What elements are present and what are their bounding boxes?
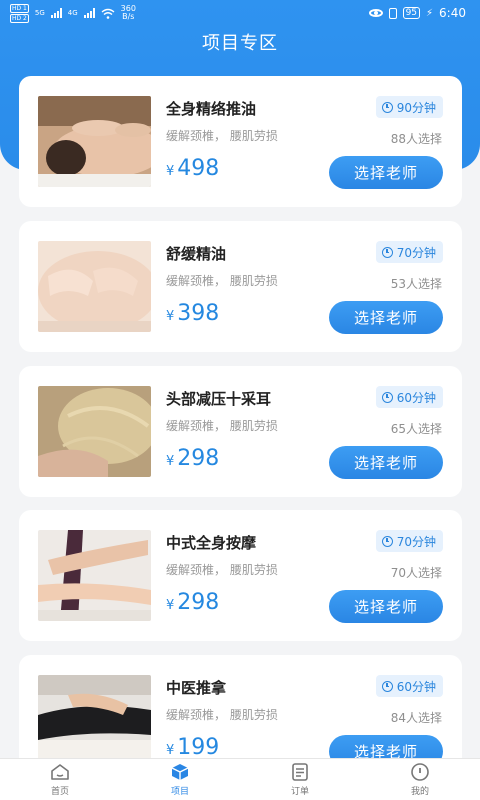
page-title: 项目专区 xyxy=(202,33,278,54)
price-value: 199 xyxy=(177,735,220,760)
project-price: ¥298 xyxy=(166,590,219,619)
duration-label: 70分钟 xyxy=(396,245,436,260)
tab-mine[interactable]: 我的 xyxy=(360,759,480,800)
currency-symbol: ¥ xyxy=(166,743,175,758)
choose-teacher-button[interactable]: 选择老师 xyxy=(329,156,443,189)
clock-icon xyxy=(381,391,393,403)
project-card[interactable]: 中式全身按摩 缓解颈椎， 腰肌劳损 ¥298 70分钟 70人选择 选择老师 xyxy=(19,510,462,641)
duration-label: 70分钟 xyxy=(396,534,436,549)
price-value: 298 xyxy=(177,446,220,471)
chosen-count: 65人选择 xyxy=(390,422,442,436)
net-speed: 360 B/s xyxy=(120,4,136,21)
tab-orders-label: 订单 xyxy=(290,787,309,797)
project-subtitle: 缓解颈椎， 腰肌劳损 xyxy=(166,129,278,143)
currency-symbol: ¥ xyxy=(166,598,175,613)
battery-icon: 95 xyxy=(402,7,421,19)
currency-symbol: ¥ xyxy=(166,454,175,469)
network1-label: 5G xyxy=(34,9,45,17)
duration-badge: 90分钟 xyxy=(375,96,443,118)
duration-badge: 70分钟 xyxy=(375,530,443,552)
project-title: 中医推拿 xyxy=(166,679,227,697)
currency-symbol: ¥ xyxy=(166,309,175,324)
chosen-count: 88人选择 xyxy=(390,132,442,146)
project-image xyxy=(38,675,151,766)
project-image xyxy=(38,241,151,332)
chosen-count: 84人选择 xyxy=(390,711,442,725)
currency-symbol: ¥ xyxy=(166,164,175,179)
price-value: 498 xyxy=(177,156,220,181)
clock-icon xyxy=(381,101,393,113)
clock-icon xyxy=(381,535,393,547)
signal2-icon xyxy=(83,8,95,18)
chosen-count: 70人选择 xyxy=(390,566,442,580)
project-subtitle: 缓解颈椎， 腰肌劳损 xyxy=(166,563,278,577)
project-price: ¥398 xyxy=(166,301,219,330)
sim-indicator: HD 1 HD 2 xyxy=(10,3,29,23)
duration-badge: 60分钟 xyxy=(375,675,443,697)
tab-home-label: 首页 xyxy=(50,787,69,797)
home-icon xyxy=(50,762,70,782)
cube-icon xyxy=(170,762,190,782)
vibrate-icon xyxy=(388,7,397,19)
tab-orders[interactable]: 订单 xyxy=(240,759,360,800)
duration-badge: 60分钟 xyxy=(375,386,443,408)
choose-teacher-button[interactable]: 选择老师 xyxy=(329,446,443,479)
status-bar: HD 1 HD 2 5G 4G 360 B/s 95 ⚡ 6:40 xyxy=(0,0,480,26)
wifi-icon xyxy=(101,8,115,19)
signal1-icon xyxy=(50,8,62,18)
duration-label: 60分钟 xyxy=(396,390,436,405)
chosen-count: 53人选择 xyxy=(390,277,442,291)
project-image xyxy=(38,386,151,477)
order-icon xyxy=(290,762,310,782)
project-card[interactable]: 全身精络推油 缓解颈椎， 腰肌劳损 ¥498 90分钟 88人选择 选择老师 xyxy=(19,76,462,207)
project-card[interactable]: 舒缓精油 缓解颈椎， 腰肌劳损 ¥398 70分钟 53人选择 选择老师 xyxy=(19,221,462,352)
project-image xyxy=(38,96,151,187)
project-price: ¥498 xyxy=(166,156,219,185)
eye-icon xyxy=(368,9,383,17)
clock-icon xyxy=(381,680,393,692)
price-value: 398 xyxy=(177,301,220,326)
tab-projects[interactable]: 项目 xyxy=(120,759,240,800)
project-title: 全身精络推油 xyxy=(166,100,257,118)
project-subtitle: 缓解颈椎， 腰肌劳损 xyxy=(166,274,278,288)
tab-mine-label: 我的 xyxy=(410,787,429,797)
project-image xyxy=(38,530,151,621)
project-subtitle: 缓解颈椎， 腰肌劳损 xyxy=(166,708,278,722)
tab-projects-label: 项目 xyxy=(170,787,189,797)
user-icon xyxy=(410,762,430,782)
duration-badge: 70分钟 xyxy=(375,241,443,263)
sim2-label: HD 2 xyxy=(10,13,29,23)
project-title: 头部减压十采耳 xyxy=(166,390,272,408)
duration-label: 60分钟 xyxy=(396,679,436,694)
choose-teacher-button[interactable]: 选择老师 xyxy=(329,590,443,623)
sim1-label: HD 1 xyxy=(10,3,29,13)
choose-teacher-button[interactable]: 选择老师 xyxy=(329,301,443,334)
project-card[interactable]: 头部减压十采耳 缓解颈椎， 腰肌劳损 ¥298 60分钟 65人选择 选择老师 xyxy=(19,366,462,497)
clock-time: 6:40 xyxy=(439,6,466,20)
project-title: 舒缓精油 xyxy=(166,245,227,263)
project-price: ¥298 xyxy=(166,446,219,475)
project-subtitle: 缓解颈椎， 腰肌劳损 xyxy=(166,419,278,433)
bottom-tab-bar: 首页 项目 订单 我的 xyxy=(0,758,480,800)
tab-home[interactable]: 首页 xyxy=(0,759,120,800)
charging-icon: ⚡ xyxy=(426,7,434,19)
clock-icon xyxy=(381,246,393,258)
duration-label: 90分钟 xyxy=(396,100,436,115)
project-title: 中式全身按摩 xyxy=(166,534,257,552)
price-value: 298 xyxy=(177,590,220,615)
network2-label: 4G xyxy=(67,9,78,17)
